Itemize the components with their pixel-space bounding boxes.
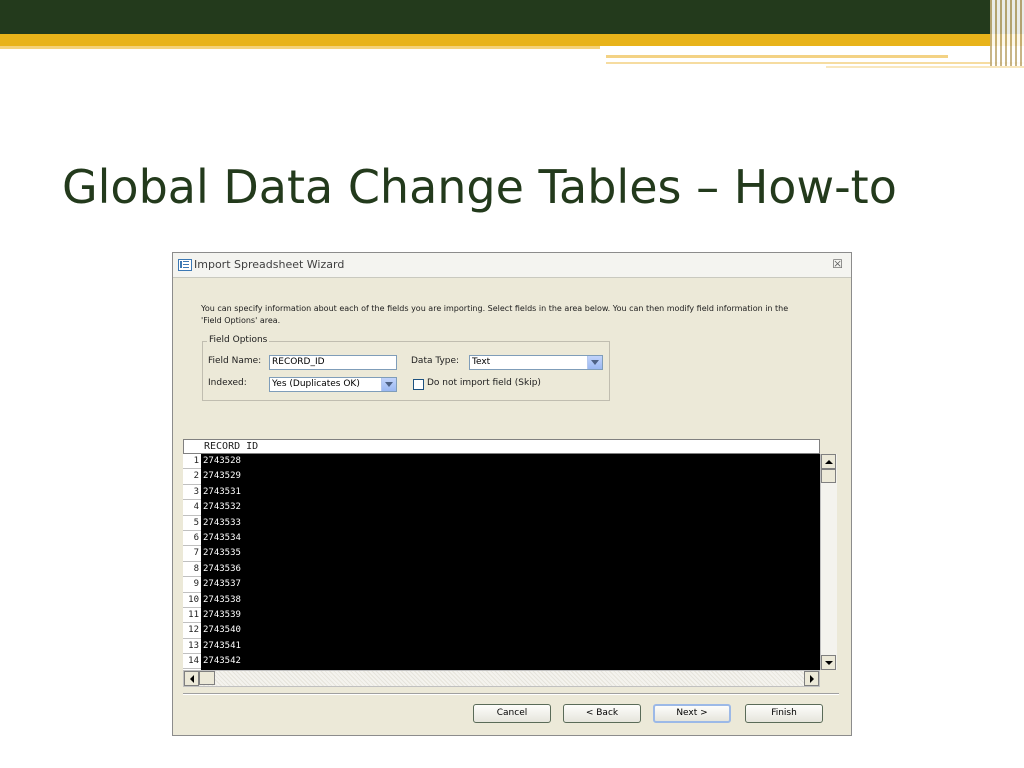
- field-name-input[interactable]: RECORD_ID: [269, 355, 397, 370]
- slide-header-stripes: [990, 0, 1024, 66]
- grid-cell[interactable]: 2743533: [201, 516, 820, 531]
- field-options-group: [202, 341, 610, 401]
- row-number: 10: [183, 593, 201, 608]
- arrow-down-icon: [825, 661, 833, 665]
- arrow-right-icon: [810, 675, 814, 683]
- data-type-value: Text: [472, 357, 491, 367]
- next-button[interactable]: Next >: [653, 704, 731, 723]
- slide-header-decor-line: [606, 62, 1024, 64]
- arrow-left-icon: [190, 675, 194, 683]
- grid-cell[interactable]: 2743535: [201, 546, 820, 561]
- grid-cell[interactable]: 2743540: [201, 623, 820, 638]
- chevron-down-icon[interactable]: [587, 356, 602, 369]
- horizontal-scrollbar[interactable]: [183, 670, 820, 687]
- row-number: 6: [183, 531, 201, 547]
- grid-cell[interactable]: 2743536: [201, 562, 820, 577]
- grid-cell[interactable]: 2743538: [201, 593, 820, 608]
- slide-header-accent: [0, 34, 1024, 46]
- row-number: 7: [183, 546, 201, 562]
- cancel-button[interactable]: Cancel: [473, 704, 551, 723]
- indexed-select[interactable]: Yes (Duplicates OK): [269, 377, 397, 392]
- grid-cell[interactable]: 2743534: [201, 531, 820, 546]
- column-header-label: RECORD ID: [204, 441, 259, 452]
- indexed-label: Indexed:: [208, 378, 247, 388]
- table-icon: [178, 259, 192, 271]
- slide-title: Global Data Change Tables – How-to: [62, 160, 897, 214]
- row-number: 3: [183, 485, 201, 501]
- scroll-up-button[interactable]: [821, 454, 836, 469]
- row-number: 5: [183, 516, 201, 531]
- close-icon[interactable]: ☒: [832, 257, 843, 271]
- vertical-scrollbar[interactable]: [820, 454, 837, 670]
- grid-cell[interactable]: 2743531: [201, 485, 820, 500]
- slide-header-bar: [0, 0, 1024, 34]
- slide-header-decor-line: [826, 66, 1024, 68]
- scroll-right-button[interactable]: [804, 671, 819, 686]
- finish-button[interactable]: Finish: [745, 704, 823, 723]
- grid-cell[interactable]: 2743541: [201, 639, 820, 654]
- import-spreadsheet-wizard-dialog: Import Spreadsheet Wizard ☒ You can spec…: [172, 252, 852, 736]
- row-number: 9: [183, 577, 201, 593]
- row-number: 4: [183, 500, 201, 516]
- dialog-titlebar[interactable]: Import Spreadsheet Wizard ☒: [173, 253, 851, 278]
- row-number: 11: [183, 608, 201, 624]
- row-number: 8: [183, 562, 201, 578]
- dialog-title: Import Spreadsheet Wizard: [194, 258, 345, 271]
- grid-cell[interactable]: 2743528: [201, 454, 820, 469]
- grid-cell[interactable]: 2743539: [201, 608, 820, 623]
- scroll-left-button[interactable]: [184, 671, 199, 686]
- slide-header-decor-line: [606, 55, 948, 58]
- wizard-description: You can specify information about each o…: [201, 304, 789, 325]
- arrow-up-icon: [825, 460, 833, 464]
- data-type-select[interactable]: Text: [469, 355, 603, 370]
- scroll-down-button[interactable]: [821, 655, 836, 670]
- grid-column-header[interactable]: RECORD ID: [183, 439, 820, 454]
- grid-cell[interactable]: 2743542: [201, 654, 820, 669]
- row-number: 12: [183, 623, 201, 639]
- back-button[interactable]: < Back: [563, 704, 641, 723]
- field-name-label: Field Name:: [208, 356, 262, 366]
- skip-field-checkbox[interactable]: [413, 379, 424, 390]
- row-number: 2: [183, 469, 201, 485]
- skip-field-label[interactable]: Do not import field (Skip): [427, 378, 541, 388]
- row-number: 1: [183, 454, 201, 470]
- chevron-down-icon[interactable]: [381, 378, 396, 391]
- grid-cell[interactable]: 2743529: [201, 469, 820, 484]
- row-number-column: 1 2 3 4 5 6 7 8 9 10 11 12 13 14: [183, 454, 202, 670]
- data-type-label: Data Type:: [411, 356, 460, 366]
- vertical-scroll-thumb[interactable]: [821, 469, 836, 483]
- field-options-legend: Field Options: [207, 335, 270, 345]
- grid-data-area[interactable]: 2743528 2743529 2743531 2743532 2743533 27435…: [201, 454, 820, 670]
- row-number: 13: [183, 639, 201, 655]
- indexed-value: Yes (Duplicates OK): [272, 379, 360, 389]
- grid-cell[interactable]: 2743537: [201, 577, 820, 592]
- slide-header-accent-line: [0, 46, 600, 49]
- grid-cell[interactable]: 2743532: [201, 500, 820, 515]
- horizontal-scroll-thumb[interactable]: [199, 671, 215, 685]
- row-number: 14: [183, 654, 201, 670]
- button-separator: [183, 693, 839, 695]
